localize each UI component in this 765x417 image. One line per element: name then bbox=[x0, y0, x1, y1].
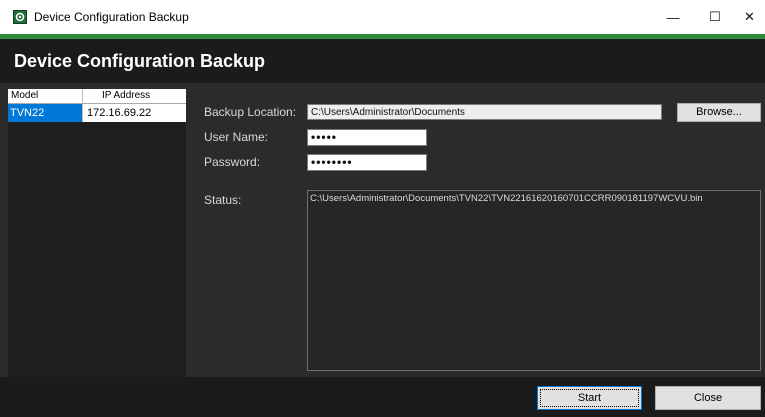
device-list-header: Model IP Address bbox=[8, 89, 186, 104]
username-field[interactable]: ••••• bbox=[307, 129, 427, 146]
username-value: ••••• bbox=[311, 130, 338, 144]
column-header-ip[interactable]: IP Address bbox=[102, 90, 150, 101]
header: Device Configuration Backup bbox=[0, 39, 765, 83]
status-text: C:\Users\Administrator\Documents\TVN22\T… bbox=[310, 193, 703, 204]
close-button[interactable]: Close bbox=[655, 386, 761, 410]
cell-model[interactable]: TVN22 bbox=[8, 104, 82, 122]
start-button[interactable]: Start bbox=[537, 386, 642, 410]
app-icon bbox=[13, 10, 27, 24]
page-title: Device Configuration Backup bbox=[14, 51, 266, 71]
maximize-icon[interactable]: ☐ bbox=[692, 0, 738, 34]
column-divider[interactable] bbox=[82, 89, 83, 104]
footer bbox=[0, 377, 765, 417]
backup-location-value: C:\Users\Administrator\Documents bbox=[311, 107, 465, 118]
cell-model-text: TVN22 bbox=[10, 107, 45, 119]
backup-location-label: Backup Location: bbox=[204, 105, 297, 119]
cell-ip[interactable]: 172.16.69.22 bbox=[82, 104, 186, 122]
minimize-icon[interactable]: — bbox=[650, 0, 696, 34]
title-bar: Device Configuration Backup — ☐ ✕ bbox=[0, 0, 765, 34]
password-label: Password: bbox=[204, 155, 261, 169]
status-textarea[interactable]: C:\Users\Administrator\Documents\TVN22\T… bbox=[307, 190, 761, 371]
table-row[interactable]: TVN22 172.16.69.22 bbox=[8, 104, 186, 122]
backup-location-field[interactable]: C:\Users\Administrator\Documents bbox=[307, 104, 662, 120]
password-value: •••••••• bbox=[311, 155, 353, 169]
window-title: Device Configuration Backup bbox=[34, 10, 189, 24]
status-label: Status: bbox=[204, 193, 242, 207]
device-list[interactable]: Model IP Address TVN22 172.16.69.22 bbox=[8, 89, 186, 377]
password-field[interactable]: •••••••• bbox=[307, 154, 427, 171]
cell-ip-text: 172.16.69.22 bbox=[87, 107, 152, 119]
browse-button[interactable]: Browse... bbox=[677, 103, 761, 122]
username-label: User Name: bbox=[204, 130, 269, 144]
close-icon[interactable]: ✕ bbox=[734, 0, 765, 34]
column-header-model[interactable]: Model bbox=[11, 90, 38, 101]
